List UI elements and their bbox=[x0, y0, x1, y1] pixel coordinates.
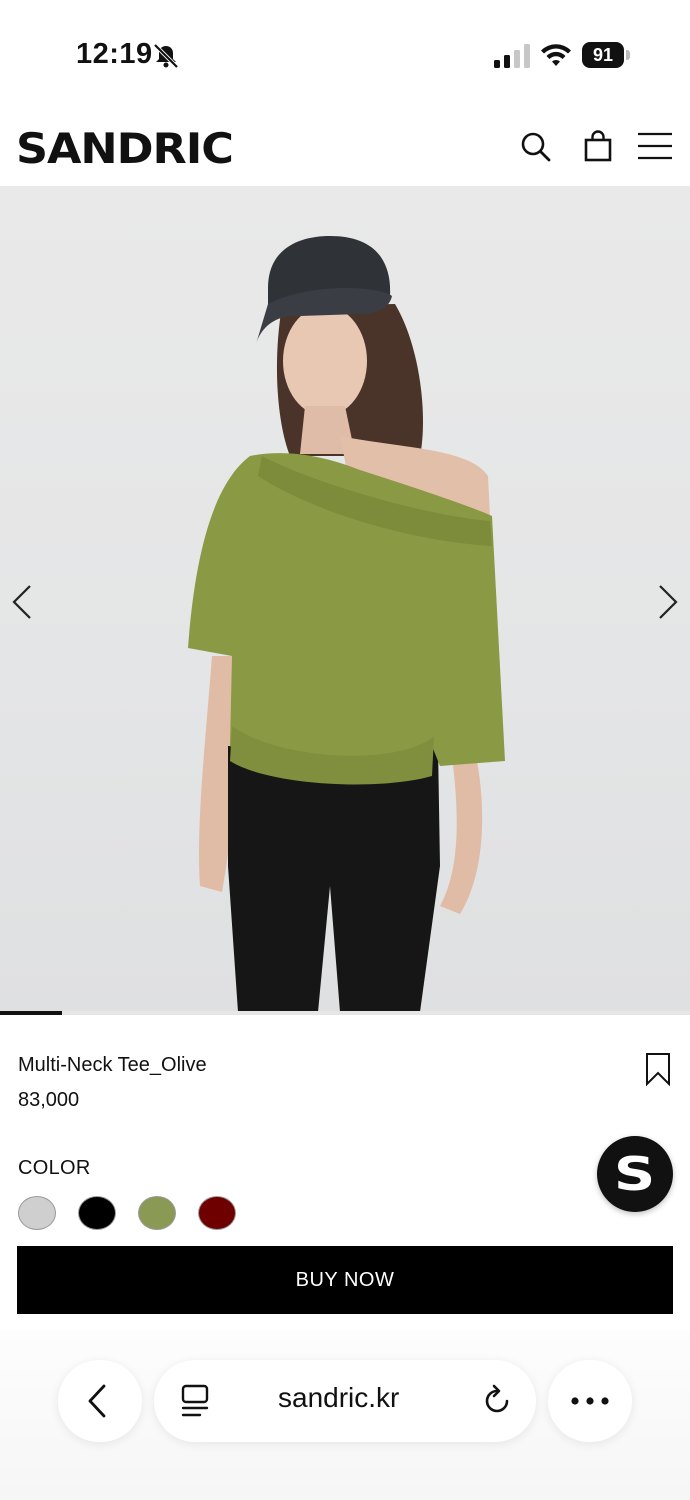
carousel-progress-fill bbox=[0, 1011, 63, 1015]
cellular-signal-icon bbox=[494, 44, 530, 68]
bell-slash-icon bbox=[153, 43, 179, 69]
chevron-right-icon[interactable] bbox=[652, 582, 682, 622]
product-photo bbox=[188, 236, 505, 1012]
more-icon bbox=[571, 1397, 609, 1405]
battery-level: 91 bbox=[582, 42, 624, 68]
chat-button[interactable]: S bbox=[597, 1136, 673, 1212]
color-swatches bbox=[18, 1196, 236, 1232]
chat-button-letter: S bbox=[614, 1147, 656, 1201]
browser-toolbar: sandric.kr bbox=[0, 1330, 690, 1500]
chevron-left-icon[interactable] bbox=[8, 582, 38, 622]
carousel-progress bbox=[0, 1011, 690, 1015]
back-icon bbox=[88, 1384, 106, 1418]
product-image-carousel[interactable] bbox=[0, 186, 690, 1012]
shopping-bag-icon[interactable] bbox=[582, 130, 616, 164]
buy-now-button[interactable]: BUY NOW bbox=[17, 1246, 673, 1314]
color-swatch-burgundy[interactable] bbox=[198, 1196, 236, 1230]
browser-more-button[interactable] bbox=[548, 1360, 632, 1442]
status-bar: 12:19 91 bbox=[0, 0, 690, 110]
address-bar[interactable]: sandric.kr bbox=[154, 1360, 536, 1442]
status-time: 12:19 bbox=[76, 38, 153, 70]
product-name: Multi-Neck Tee_Olive bbox=[18, 1054, 207, 1076]
browser-back-button[interactable] bbox=[58, 1360, 142, 1442]
bookmark-icon[interactable] bbox=[644, 1052, 672, 1086]
color-label: COLOR bbox=[18, 1157, 91, 1179]
wifi-icon bbox=[541, 44, 571, 66]
reload-icon[interactable] bbox=[480, 1384, 514, 1418]
brand-logo[interactable]: SANDRIC bbox=[16, 124, 234, 173]
color-swatch-olive[interactable] bbox=[138, 1196, 176, 1230]
url-text: sandric.kr bbox=[278, 1382, 400, 1413]
product-price: 83,000 bbox=[18, 1089, 80, 1111]
site-header: SANDRIC bbox=[0, 110, 690, 186]
menu-icon[interactable] bbox=[638, 130, 672, 164]
reader-icon[interactable] bbox=[180, 1384, 210, 1418]
color-swatch-light-gray[interactable] bbox=[18, 1196, 56, 1230]
color-swatch-black[interactable] bbox=[78, 1196, 116, 1230]
battery-icon: 91 bbox=[582, 42, 630, 68]
search-icon[interactable] bbox=[519, 130, 553, 164]
